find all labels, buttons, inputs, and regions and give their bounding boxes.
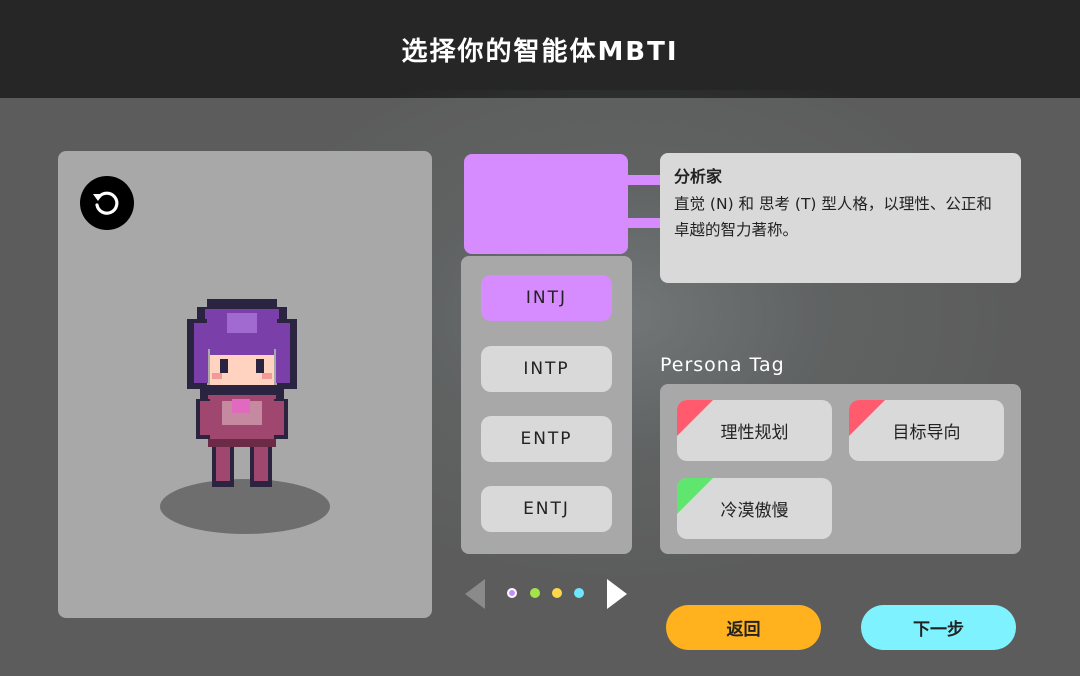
persona-tag[interactable]: 目标导向 [849, 400, 1004, 461]
persona-tag-panel: 理性规划 目标导向 冷漠傲慢 [660, 384, 1021, 554]
pager-dot-sentinels[interactable] [552, 588, 562, 598]
previous-arrow-icon[interactable] [465, 579, 485, 609]
rotate-ccw-icon [93, 191, 119, 215]
tag-corner-marker [849, 400, 885, 436]
connector-line [627, 175, 661, 185]
persona-tag[interactable]: 理性规划 [677, 400, 832, 461]
character-preview-panel [58, 151, 432, 618]
mbti-description-card: 分析家 直觉 (N) 和 思考 (T) 型人格，以理性、公正和卓越的智力著称。 [660, 153, 1021, 283]
back-button[interactable]: 返回 [666, 605, 821, 650]
pager-dot-explorers[interactable] [574, 588, 584, 598]
persona-tag-label: Persona Tag [660, 354, 785, 376]
persona-tag-label-text: 冷漠傲慢 [720, 501, 789, 521]
next-arrow-icon[interactable] [607, 579, 627, 609]
mbti-group-description: 直觉 (N) 和 思考 (T) 型人格，以理性、公正和卓越的智力著称。 [674, 195, 992, 239]
type-button-entp[interactable]: ENTP [481, 416, 612, 462]
mbti-color-swatch [464, 154, 628, 254]
persona-tag-label-text: 目标导向 [892, 423, 961, 443]
connector-line [627, 218, 661, 228]
pager-dot-analysts[interactable] [507, 588, 517, 598]
persona-tag-label-text: 理性规划 [720, 423, 789, 443]
character-sprite [172, 289, 322, 503]
type-button-intj[interactable]: INTJ [481, 275, 612, 321]
mbti-type-list: INTJ INTP ENTP ENTJ [461, 256, 632, 554]
tag-corner-marker [677, 478, 713, 514]
mbti-group-title: 分析家 [674, 167, 723, 186]
pager-dot-diplomats[interactable] [530, 588, 540, 598]
type-button-entj[interactable]: ENTJ [481, 486, 612, 532]
top-bar: 选择你的智能体MBTI [0, 0, 1080, 98]
next-step-button[interactable]: 下一步 [861, 605, 1016, 650]
rotate-button[interactable] [80, 176, 134, 230]
group-pager [465, 577, 630, 609]
persona-tag[interactable]: 冷漠傲慢 [677, 478, 832, 539]
page-title: 选择你的智能体MBTI [401, 36, 679, 67]
type-button-intp[interactable]: INTP [481, 346, 612, 392]
tag-corner-marker [677, 400, 713, 436]
